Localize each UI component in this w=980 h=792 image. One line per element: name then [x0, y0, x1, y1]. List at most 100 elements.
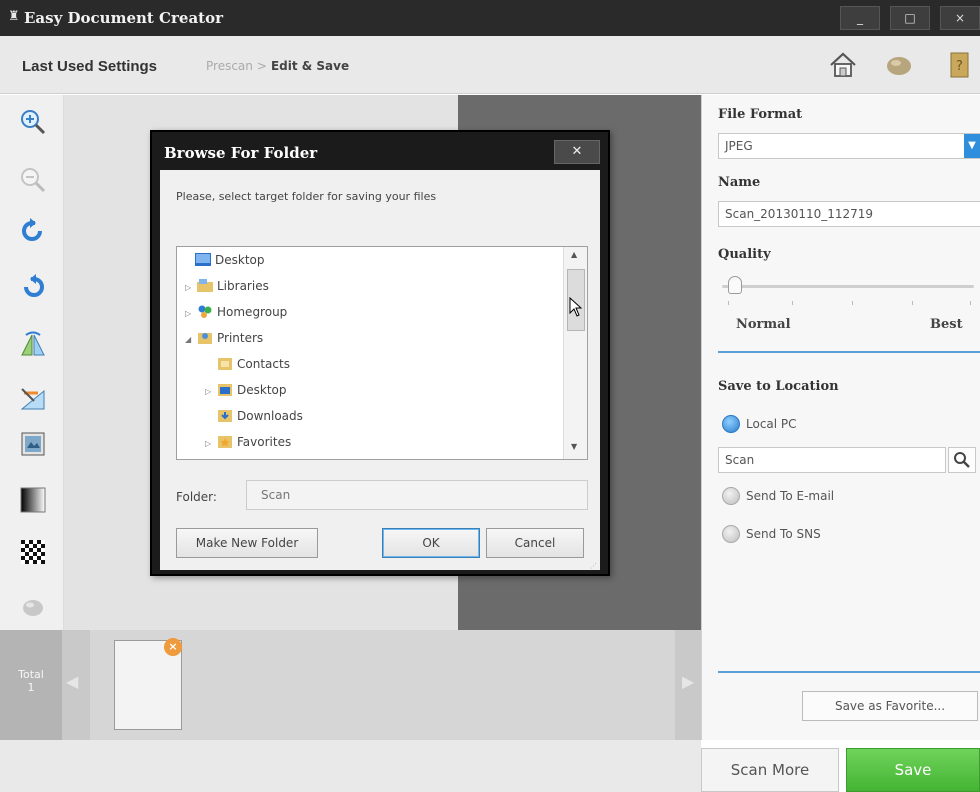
save-as-favorite-button[interactable]: Save as Favorite... [802, 691, 978, 721]
expand-icon[interactable]: ▷ [185, 283, 197, 292]
desktop-folder-icon [218, 384, 232, 396]
browse-folder-button[interactable] [948, 447, 976, 473]
slider-tick [728, 301, 729, 305]
minimize-button[interactable]: _ [840, 6, 880, 30]
save-folder-field[interactable]: Scan [718, 447, 946, 473]
folder-label: Folder: [176, 490, 217, 504]
close-window-button[interactable]: × [940, 6, 980, 30]
file-format-select[interactable]: JPEG ▼ [718, 133, 980, 159]
make-new-folder-button[interactable]: Make New Folder [176, 528, 318, 558]
scan-more-button[interactable]: Scan More [701, 748, 839, 792]
slider-tick [912, 301, 913, 305]
tree-item-contacts[interactable]: Contacts [217, 357, 290, 375]
file-format-value: JPEG [725, 139, 753, 153]
tree-item-label: Libraries [217, 279, 269, 293]
save-button[interactable]: Save [846, 748, 980, 792]
quality-slider-thumb[interactable] [728, 276, 742, 294]
name-field[interactable]: Scan_20130110_112719 [718, 201, 980, 227]
desktop-icon [195, 253, 211, 266]
bottom-bar [0, 740, 701, 792]
adjust-image-icon[interactable] [18, 429, 48, 459]
settings-panel: File Format JPEG ▼ Name Scan_20130110_11… [701, 95, 980, 740]
file-format-label: File Format [718, 107, 803, 122]
rotate-left-icon[interactable] [18, 215, 48, 245]
section-divider [718, 351, 980, 353]
breadcrumb-edit-save: Edit & Save [270, 59, 350, 73]
crop-icon[interactable] [18, 385, 48, 415]
name-value: Scan_20130110_112719 [725, 207, 874, 221]
scroll-down-icon[interactable]: ▼ [571, 442, 577, 451]
slider-tick [792, 301, 793, 305]
send-email-radio[interactable] [722, 487, 740, 505]
grayscale-icon[interactable] [18, 485, 48, 515]
rotate-right-icon[interactable] [18, 271, 48, 301]
tree-item-label: Downloads [237, 409, 303, 423]
dialog-message: Please, select target folder for saving … [176, 190, 437, 203]
tree-item-homegroup[interactable]: ▷ Homegroup [185, 305, 287, 323]
tree-item-downloads[interactable]: Downloads [217, 409, 303, 427]
search-icon [954, 452, 970, 468]
tree-item-label: Contacts [237, 357, 290, 371]
tree-item-favorites[interactable]: ▷ Favorites [205, 435, 291, 453]
libraries-icon [197, 279, 213, 292]
dialog-title: Browse For Folder [164, 144, 318, 162]
tree-scrollbar[interactable]: ▲ ▼ [563, 247, 587, 459]
browse-folder-dialog: Browse For Folder ✕ Please, select targe… [150, 130, 610, 576]
total-number: 1 [27, 681, 35, 694]
send-email-label: Send To E-mail [746, 489, 835, 503]
last-used-settings-link[interactable]: Last Used Settings [22, 58, 157, 75]
folder-input[interactable]: Scan [246, 480, 588, 510]
dialog-close-button[interactable]: ✕ [554, 140, 600, 164]
section-divider [718, 671, 980, 673]
tree-item-label: Favorites [237, 435, 292, 449]
expand-icon[interactable]: ▷ [205, 439, 217, 448]
remove-thumbnail-icon[interactable]: × [164, 638, 182, 656]
slider-tick [970, 301, 971, 305]
total-count: Total 1 [0, 630, 62, 740]
collapse-icon[interactable]: ◢ [185, 335, 197, 344]
user-folder-icon [198, 333, 212, 344]
tree-item-label: Homegroup [217, 305, 288, 319]
chevron-down-icon[interactable]: ▼ [964, 134, 980, 158]
effect-icon[interactable] [18, 591, 48, 621]
folder-tree[interactable]: Desktop ▷ Libraries ▷ Homegroup ◢ Printers … [176, 246, 588, 460]
dialog-body: Please, select target folder for saving … [160, 170, 600, 570]
save-location-label: Save to Location [718, 379, 839, 394]
zoom-in-icon[interactable] [18, 107, 48, 137]
resize-grip-icon[interactable]: ⋰ [590, 562, 598, 570]
hint-icon[interactable] [884, 50, 914, 80]
expand-icon[interactable]: ▷ [185, 309, 197, 318]
tree-item-label: Desktop [215, 253, 265, 267]
favorites-folder-icon [218, 436, 232, 448]
cancel-button[interactable]: Cancel [486, 528, 584, 558]
header-bar: Last Used Settings Prescan > Edit & Save ? [0, 36, 980, 94]
tree-item-printers[interactable]: ◢ Printers [185, 331, 263, 349]
scroll-up-icon[interactable]: ▲ [571, 250, 577, 259]
breadcrumb-prescan[interactable]: Prescan [206, 59, 253, 73]
quality-min-label: Normal [736, 317, 791, 332]
quality-slider-track[interactable] [722, 285, 974, 288]
tree-item-label: Desktop [237, 383, 287, 397]
checkerboard-icon[interactable] [18, 537, 48, 567]
flip-icon[interactable] [18, 329, 48, 359]
help-book-icon[interactable]: ? [944, 50, 974, 80]
tree-item-libraries[interactable]: ▷ Libraries [185, 279, 269, 297]
local-pc-radio[interactable] [722, 415, 740, 433]
zoom-out-icon[interactable] [18, 165, 48, 195]
chevron-left-icon[interactable]: ◀ [66, 672, 78, 691]
send-sns-radio[interactable] [722, 525, 740, 543]
tree-item-user-desktop[interactable]: ▷ Desktop [205, 383, 287, 401]
tree-item-desktop[interactable]: Desktop [195, 253, 265, 271]
home-icon[interactable] [828, 50, 858, 80]
contacts-folder-icon [218, 358, 232, 370]
ok-button[interactable]: OK [382, 528, 480, 558]
maximize-button[interactable]: □ [890, 6, 930, 30]
app-icon: ♜ [8, 9, 20, 24]
quality-max-label: Best [930, 317, 963, 332]
expand-icon[interactable]: ▷ [205, 387, 217, 396]
downloads-folder-icon [218, 410, 232, 422]
tree-item-label: Printers [217, 331, 264, 345]
thumbnail-strip: Total 1 ◀ × ▶ [0, 630, 701, 740]
chevron-right-icon[interactable]: ▶ [682, 672, 694, 691]
breadcrumb-separator: > [256, 59, 267, 73]
